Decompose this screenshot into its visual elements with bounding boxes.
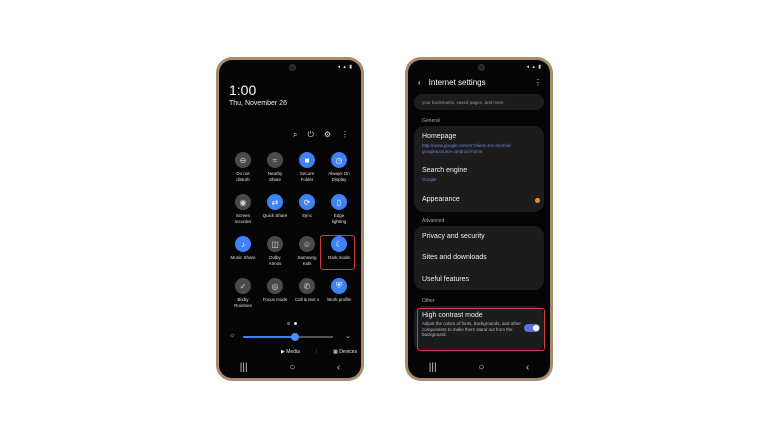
quick-setting-label: Edge lighting <box>331 213 347 224</box>
section-advanced: Advanced <box>422 218 445 224</box>
right-phone-frame: ◂ ▴ ▮ ‹ Internet settings ⋮ your bookmar… <box>405 57 553 381</box>
quick-setting-label: Do not disturb <box>236 171 250 182</box>
quick-setting-tile[interactable]: ✓ Bixby Routines <box>225 278 261 308</box>
quick-setting-label: Focus mode <box>262 297 288 302</box>
front-camera <box>289 64 296 71</box>
quick-setting-tile[interactable]: ▯ Edge lighting <box>321 194 357 224</box>
section-other: Other <box>422 298 435 304</box>
sync-icon: ⟳ <box>299 194 315 210</box>
high-contrast-item[interactable]: High contrast mode <box>422 312 483 319</box>
dark-mode-highlight-box <box>320 235 355 270</box>
back-icon[interactable]: ‹ <box>337 362 340 373</box>
appearance-item[interactable]: Appearance <box>422 196 460 203</box>
search-icon[interactable]: ⌕ <box>293 130 297 140</box>
high-contrast-desc: Adjust the colors of fonts, backgrounds,… <box>422 321 522 337</box>
nearby-share-icon: ≈ <box>267 152 283 168</box>
quick-setting-label: Always On Display <box>328 171 350 182</box>
quick-setting-label: Call & text o <box>294 297 320 302</box>
quick-setting-label: Nearby Share <box>267 171 283 182</box>
home-icon[interactable]: ○ <box>289 362 295 373</box>
quick-panel-toolbar: ⌕ ⏻ ⚙ ⋮ <box>293 130 349 140</box>
chevron-down-icon[interactable]: ⌄ <box>345 332 351 340</box>
useful-features-item[interactable]: Useful features <box>422 276 469 283</box>
homepage-item[interactable]: Homepage <box>422 133 456 140</box>
high-contrast-toggle[interactable] <box>524 324 540 332</box>
quick-setting-label: Work profile <box>327 297 351 302</box>
quick-setting-label: Dolby Atmos <box>268 255 282 266</box>
quick-setting-label: Music Share <box>230 255 256 260</box>
work-profile-icon: ⛨ <box>331 278 347 294</box>
quick-setting-tile[interactable]: ⇄ Quick Share <box>257 194 293 219</box>
previous-setting-desc: your bookmarks, saved pages, and more. <box>422 100 505 105</box>
quick-setting-tile[interactable]: ✆ Call & text o <box>289 278 325 303</box>
media-button[interactable]: ▶ Media <box>281 349 300 355</box>
search-engine-item[interactable]: Search engine <box>422 167 467 174</box>
quick-share-icon: ⇄ <box>267 194 283 210</box>
more-options-icon[interactable]: ⋮ <box>534 78 542 87</box>
back-arrow-icon[interactable]: ‹ <box>418 78 421 87</box>
app-bar: ‹ Internet settings ⋮ <box>418 78 542 87</box>
samsung-kids-icon: ☺ <box>299 236 315 252</box>
privacy-security-item[interactable]: Privacy and security <box>422 233 485 240</box>
quick-setting-tile[interactable]: ⟳ Sync <box>289 194 325 219</box>
navigation-bar: ||| ○ ‹ <box>408 356 550 378</box>
gear-icon[interactable]: ⚙ <box>324 130 331 140</box>
more-options-icon[interactable]: ⋮ <box>341 130 349 140</box>
recents-icon[interactable]: ||| <box>429 362 437 373</box>
quick-setting-tile[interactable]: ◎ Focus mode <box>257 278 293 303</box>
quick-panel-screen: ◂ ▴ ▮ 1:00 Thu, November 26 ⌕ ⏻ ⚙ ⋮ ⊖ Do … <box>219 60 361 378</box>
screen-recorder-icon: ◉ <box>235 194 251 210</box>
page-dot-active <box>294 322 297 325</box>
secure-folder-icon: ■ <box>299 152 315 168</box>
back-icon[interactable]: ‹ <box>526 362 529 373</box>
quick-setting-tile[interactable]: ⊖ Do not disturb <box>225 152 261 182</box>
sites-downloads-item[interactable]: Sites and downloads <box>422 254 487 261</box>
quick-setting-tile[interactable]: ◉ Screen recorder <box>225 194 261 224</box>
quick-setting-tile[interactable]: ■ Secure Folder <box>289 152 325 182</box>
internet-settings-screen: ◂ ▴ ▮ ‹ Internet settings ⋮ your bookmar… <box>408 60 550 378</box>
quick-setting-label: Bixby Routines <box>234 297 252 308</box>
quick-setting-tile[interactable]: ♪ Music Share <box>225 236 261 261</box>
recents-icon[interactable]: ||| <box>240 362 248 373</box>
power-icon[interactable]: ⏻ <box>308 130 314 140</box>
navigation-bar: ||| ○ ‹ <box>219 356 361 378</box>
page-indicator <box>287 322 297 325</box>
brightness-slider[interactable]: ☼ ⌄ <box>229 332 351 342</box>
home-icon[interactable]: ○ <box>478 362 484 373</box>
music-share-icon: ♪ <box>235 236 251 252</box>
brightness-track[interactable] <box>243 336 333 338</box>
call-text-icon: ✆ <box>299 278 315 294</box>
status-bar-icons: ◂ ▴ ▮ <box>526 64 542 70</box>
status-bar-icons: ◂ ▴ ▮ <box>337 64 353 70</box>
media-devices-row: ▶ Media | ▦ Devices <box>281 349 357 355</box>
quick-setting-label: Quick Share <box>262 213 288 218</box>
dolby-icon: ◫ <box>267 236 283 252</box>
edge-lighting-icon: ▯ <box>331 194 347 210</box>
quick-setting-label: Sync <box>301 213 312 218</box>
front-camera <box>478 64 485 71</box>
quick-setting-label: Secure Folder <box>299 171 315 182</box>
always-on-display-icon: ◷ <box>331 152 347 168</box>
clock-date: Thu, November 26 <box>229 100 287 107</box>
divider: | <box>315 349 318 355</box>
search-engine-value: Google <box>422 177 437 182</box>
devices-button[interactable]: ▦ Devices <box>333 349 357 355</box>
quick-setting-tile[interactable]: ◫ Dolby Atmos <box>257 236 293 266</box>
page-dot <box>287 322 290 325</box>
quick-setting-tile[interactable]: ≈ Nearby Share <box>257 152 293 182</box>
homepage-url: http://www.google.com/m?client=ms-androi… <box>422 143 512 154</box>
notification-dot <box>535 198 540 203</box>
quick-setting-tile[interactable]: ⛨ Work profile <box>321 278 357 303</box>
dnd-icon: ⊖ <box>235 152 251 168</box>
left-phone-frame: ◂ ▴ ▮ 1:00 Thu, November 26 ⌕ ⏻ ⚙ ⋮ ⊖ Do … <box>216 57 364 381</box>
section-general: General <box>422 118 440 124</box>
brightness-icon: ☼ <box>229 332 236 339</box>
clock-time: 1:00 <box>229 82 257 98</box>
quick-setting-tile[interactable]: ◷ Always On Display <box>321 152 357 182</box>
bixby-routines-icon: ✓ <box>235 278 251 294</box>
page-title: Internet settings <box>428 78 486 87</box>
focus-mode-icon: ◎ <box>267 278 283 294</box>
quick-setting-label: Screen recorder <box>234 213 252 224</box>
brightness-knob[interactable] <box>291 333 299 341</box>
